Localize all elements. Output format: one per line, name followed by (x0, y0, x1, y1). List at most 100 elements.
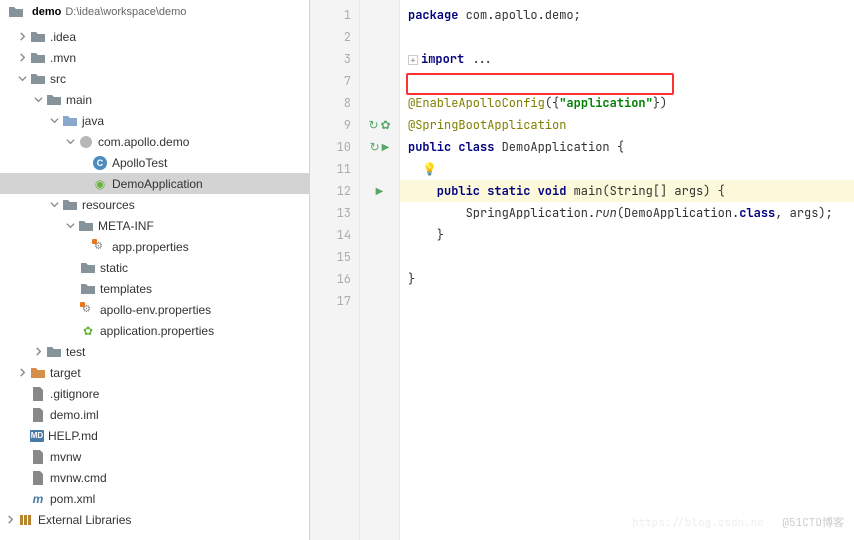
breadcrumb: demo D:\idea\workspace\demo (0, 0, 309, 24)
tree-item-metainf[interactable]: META-INF (0, 215, 309, 236)
line-number: 13 (310, 202, 351, 224)
folder-icon (80, 281, 96, 297)
tree-label: .mvn (50, 51, 76, 65)
tree-item-src[interactable]: src (0, 68, 309, 89)
code-line: } (400, 268, 854, 290)
tree-item-appprops[interactable]: app.properties (0, 236, 309, 257)
project-tree: .idea .mvn src main java com.apollo.demo… (0, 24, 309, 532)
tree-item-apollotest[interactable]: C ApolloTest (0, 152, 309, 173)
tree-label: main (66, 93, 92, 107)
tree-label: test (66, 345, 85, 359)
folder-icon (30, 71, 46, 87)
tree-item-templates[interactable]: templates (0, 278, 309, 299)
run-icon[interactable]: ▶ (382, 142, 390, 153)
bulb-icon[interactable]: 💡 (422, 161, 437, 177)
tree-label: templates (100, 282, 152, 296)
fold-icon[interactable]: + (408, 55, 418, 65)
spring-bean-icon[interactable]: ↻ (368, 118, 378, 132)
file-icon (30, 386, 46, 402)
tree-item-gitignore[interactable]: .gitignore (0, 383, 309, 404)
chevron-down-icon[interactable] (64, 220, 76, 232)
tree-label: HELP.md (48, 429, 98, 443)
chevron-down-icon[interactable] (32, 94, 44, 106)
run-icon[interactable]: ▶ (376, 186, 384, 197)
tree-item-apolloenv[interactable]: apollo-env.properties (0, 299, 309, 320)
properties-icon (92, 239, 108, 255)
tree-item-static[interactable]: static (0, 257, 309, 278)
watermark: https://blog.csdn.ne (632, 512, 764, 534)
tree-item-test[interactable]: test (0, 341, 309, 362)
spring-bean-icon[interactable]: ✿ (381, 118, 391, 132)
line-number: 17 (310, 290, 351, 312)
spring-class-icon: ◉ (92, 176, 108, 192)
tree-item-helpmd[interactable]: MDHELP.md (0, 425, 309, 446)
tree-item-main[interactable]: main (0, 89, 309, 110)
chevron-down-icon[interactable] (16, 73, 28, 85)
tree-label: pom.xml (50, 492, 95, 506)
file-icon (30, 407, 46, 423)
tree-label: External Libraries (38, 513, 131, 527)
line-number: 15 (310, 246, 351, 268)
tree-label: DemoApplication (112, 177, 203, 191)
chevron-right-icon[interactable] (16, 367, 28, 379)
tree-label: ApolloTest (112, 156, 167, 170)
spring-bean-icon[interactable]: ↻ (370, 140, 380, 154)
tree-item-idea[interactable]: .idea (0, 26, 309, 47)
chevron-right-icon[interactable] (16, 31, 28, 43)
target-folder-icon (30, 365, 46, 381)
tree-label: target (50, 366, 81, 380)
folder-icon (46, 344, 62, 360)
folder-icon (30, 29, 46, 45)
chevron-down-icon[interactable] (64, 136, 76, 148)
line-number: 8 (310, 92, 351, 114)
chevron-down-icon[interactable] (48, 115, 60, 127)
tree-item-pomxml[interactable]: mpom.xml (0, 488, 309, 509)
tree-label: static (100, 261, 128, 275)
line-number: 11 (310, 158, 351, 180)
file-icon (30, 470, 46, 486)
tree-item-mvn[interactable]: .mvn (0, 47, 309, 68)
tree-item-demoapp[interactable]: ◉ DemoApplication (0, 173, 309, 194)
code-line: @SpringBootApplication (400, 114, 854, 136)
line-number: 12 (310, 180, 351, 202)
spring-props-icon: ✿ (80, 323, 96, 339)
project-icon (8, 4, 24, 20)
line-number: 16 (310, 268, 351, 290)
tree-item-java[interactable]: java (0, 110, 309, 131)
chevron-right-icon[interactable] (16, 52, 28, 64)
code-line (400, 246, 854, 268)
code-area[interactable]: package com.apollo.demo; +import ... @En… (400, 0, 854, 540)
chevron-right-icon[interactable] (4, 514, 16, 526)
project-sidebar[interactable]: demo D:\idea\workspace\demo .idea .mvn s… (0, 0, 310, 540)
line-number: 10 (310, 136, 351, 158)
tree-item-resources[interactable]: resources (0, 194, 309, 215)
properties-icon (80, 302, 96, 318)
tree-item-demoiml[interactable]: demo.iml (0, 404, 309, 425)
tree-item-mvnw[interactable]: mvnw (0, 446, 309, 467)
tree-item-appproperties[interactable]: ✿application.properties (0, 320, 309, 341)
tree-item-extlibs[interactable]: External Libraries (0, 509, 309, 530)
line-number: 7 (310, 70, 351, 92)
tree-label: app.properties (112, 240, 189, 254)
highlight-box (406, 73, 674, 95)
code-line: public static void main(String[] args) { (400, 180, 854, 202)
code-editor[interactable]: 1 2 3 7 8 9 10 11 12 13 14 15 16 17 ↻✿ ↻… (310, 0, 854, 540)
code-line (400, 26, 854, 48)
tree-label: com.apollo.demo (98, 135, 189, 149)
project-name: demo (32, 6, 61, 18)
line-number: 14 (310, 224, 351, 246)
code-line: package com.apollo.demo; (400, 4, 854, 26)
line-number: 1 (310, 4, 351, 26)
tree-item-package[interactable]: com.apollo.demo (0, 131, 309, 152)
class-icon: C (92, 155, 108, 171)
tree-item-target[interactable]: target (0, 362, 309, 383)
tree-item-mvnwcmd[interactable]: mvnw.cmd (0, 467, 309, 488)
tree-label: apollo-env.properties (100, 303, 211, 317)
folder-icon (78, 218, 94, 234)
code-line: +import ... (400, 48, 854, 70)
tree-label: .gitignore (50, 387, 99, 401)
code-line: } (400, 224, 854, 246)
chevron-right-icon[interactable] (32, 346, 44, 358)
code-line: 💡 (400, 158, 854, 180)
chevron-down-icon[interactable] (48, 199, 60, 211)
